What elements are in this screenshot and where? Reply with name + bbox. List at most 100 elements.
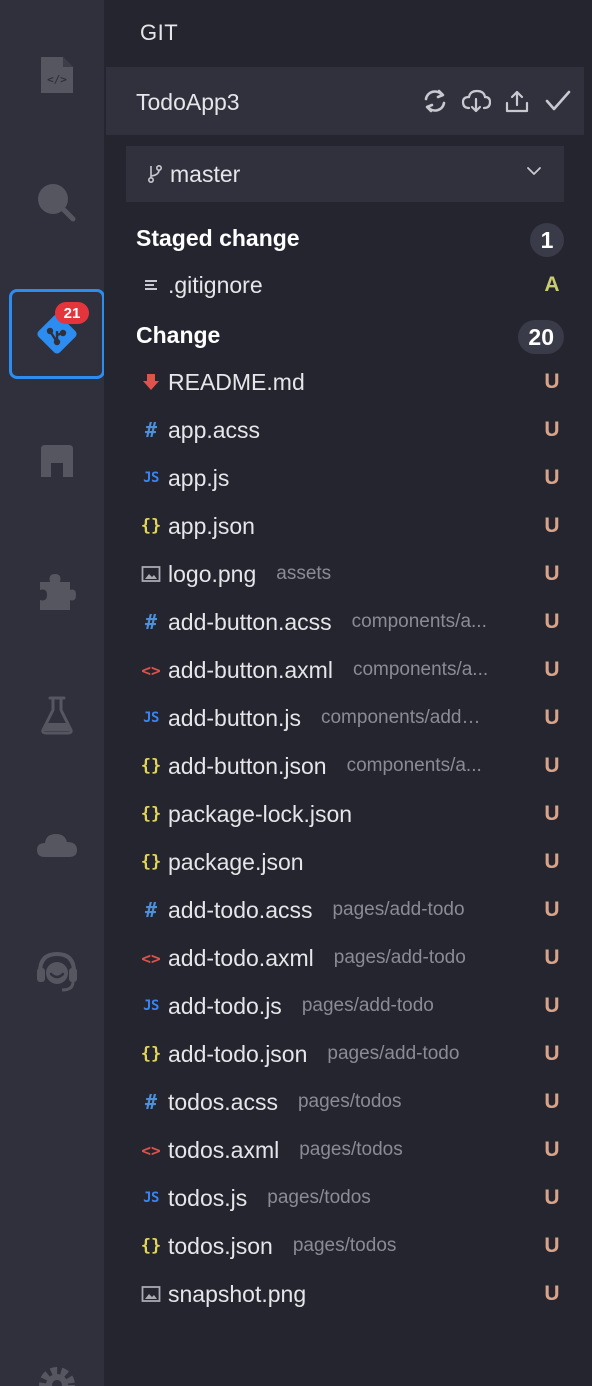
json-icon: {} <box>140 1044 162 1064</box>
file-name: add-button.js <box>168 704 301 731</box>
file-path: pages/todos <box>292 1235 397 1256</box>
file-name: todos.acss <box>168 1088 278 1115</box>
cloud-icon[interactable] <box>9 800 105 890</box>
file-name: todos.json <box>168 1232 273 1259</box>
repo-name: TodoApp3 <box>136 89 240 115</box>
css-icon: # <box>144 1090 158 1114</box>
file-status: U <box>544 946 560 969</box>
change-file-row[interactable]: # add-todo.acss pages/add-todo U <box>140 890 562 930</box>
file-name: package-lock.json <box>168 800 353 827</box>
js-icon: JS <box>143 710 159 726</box>
file-name: app.js <box>168 464 230 491</box>
settings-icon[interactable] <box>9 1340 105 1386</box>
file-name: add-button.axml <box>168 656 333 683</box>
test-icon[interactable] <box>9 670 105 760</box>
change-file-row[interactable]: # app.acss U <box>140 410 562 450</box>
change-file-row[interactable]: snapshot.png U <box>140 1274 562 1314</box>
file-path: pages/add-todo <box>327 1043 460 1064</box>
change-file-row[interactable]: {} package.json U <box>140 842 562 882</box>
json-icon: {} <box>140 756 162 776</box>
file-status: U <box>544 514 560 537</box>
change-file-row[interactable]: JS app.js U <box>140 458 562 498</box>
file-status: U <box>544 1282 560 1305</box>
explorer-icon[interactable]: </> <box>9 30 105 120</box>
pull-icon[interactable] <box>460 85 492 117</box>
change-file-row[interactable]: JS todos.js pages/todos U <box>140 1178 562 1218</box>
file-status: U <box>544 850 560 873</box>
staged-section-header[interactable]: Staged change 1 <box>136 223 564 257</box>
file-status: U <box>544 418 560 441</box>
file-name: add-button.json <box>168 752 327 779</box>
repo-header: TodoApp3 <box>106 67 584 135</box>
change-file-row[interactable]: <> add-todo.axml pages/add-todo U <box>140 938 562 978</box>
file-path: pages/add-todo <box>301 995 434 1016</box>
git-panel: GIT TodoApp3 master Staged change 1 .git… <box>104 0 592 1386</box>
change-file-row[interactable]: JS add-todo.js pages/add-todo U <box>140 986 562 1026</box>
file-status: U <box>544 1042 560 1065</box>
file-path: pages/todos <box>299 1139 403 1160</box>
change-file-row[interactable]: {} app.json U <box>140 506 562 546</box>
branch-name: master <box>170 161 241 187</box>
file-name: app.json <box>168 512 255 539</box>
file-status: U <box>544 1186 560 1209</box>
file-name: todos.js <box>168 1184 248 1211</box>
push-icon[interactable] <box>501 85 533 117</box>
file-name: snapshot.png <box>168 1280 307 1307</box>
change-file-row[interactable]: logo.png assets U <box>140 554 562 594</box>
css-icon: # <box>144 898 158 922</box>
change-file-row[interactable]: JS add-button.js components/add-... U <box>140 698 562 738</box>
file-name: package.json <box>168 848 304 875</box>
change-file-row[interactable]: {} add-todo.json pages/add-todo U <box>140 1034 562 1074</box>
repo-actions <box>419 85 574 117</box>
file-status: U <box>544 1138 560 1161</box>
changes-section-label: Change <box>136 322 221 348</box>
file-path: assets <box>276 563 332 584</box>
change-file-row[interactable]: README.md U <box>140 362 562 402</box>
xml-icon: <> <box>141 660 161 680</box>
git-app: </> 21 GIT TodoApp3 master Staged change… <box>0 0 592 1386</box>
change-file-row[interactable]: # add-button.acss components/a... U <box>140 602 562 642</box>
image-icon <box>140 1283 162 1305</box>
change-file-row[interactable]: <> todos.axml pages/todos U <box>140 1130 562 1170</box>
file-name: .gitignore <box>168 271 263 298</box>
change-file-row[interactable]: {} package-lock.json U <box>140 794 562 834</box>
file-status: U <box>544 994 560 1017</box>
changes-section-header[interactable]: Change 20 <box>136 320 564 354</box>
file-name: add-todo.axml <box>168 944 314 971</box>
branch-select[interactable]: master <box>126 146 564 202</box>
file-path: components/add-... <box>320 707 481 728</box>
changes-count: 20 <box>518 320 564 354</box>
file-name: todos.axml <box>168 1136 280 1163</box>
staged-section-label: Staged change <box>136 225 300 251</box>
text-file-icon <box>140 274 162 296</box>
chevron-down-icon <box>527 167 541 175</box>
file-status: U <box>544 802 560 825</box>
file-path: pages/todos <box>267 1187 371 1208</box>
js-icon: JS <box>143 470 159 486</box>
file-path: pages/add-todo <box>332 899 465 920</box>
file-status: U <box>544 562 560 585</box>
file-status: U <box>544 754 560 777</box>
change-file-row[interactable]: {} add-button.json components/a... U <box>140 746 562 786</box>
branch-icon <box>148 165 162 183</box>
css-icon: # <box>144 610 158 634</box>
activity-bar: </> 21 <box>0 0 105 1386</box>
support-icon[interactable] <box>9 926 105 1016</box>
git-icon[interactable]: 21 <box>9 289 105 379</box>
staged-file-row[interactable]: .gitignore A <box>140 265 562 305</box>
staged-count: 1 <box>530 223 564 257</box>
file-status: U <box>544 610 560 633</box>
change-file-row[interactable]: # todos.acss pages/todos U <box>140 1082 562 1122</box>
git-badge: 21 <box>55 302 89 324</box>
change-file-row[interactable]: <> add-button.axml components/a... U <box>140 650 562 690</box>
commit-icon[interactable] <box>542 85 574 117</box>
file-name: README.md <box>168 368 305 395</box>
refresh-icon[interactable] <box>419 85 451 117</box>
file-path: components/a... <box>351 611 487 632</box>
search-icon[interactable] <box>9 158 105 248</box>
change-file-row[interactable]: {} todos.json pages/todos U <box>140 1226 562 1266</box>
file-path: pages/todos <box>297 1091 402 1112</box>
components-icon[interactable] <box>9 416 105 506</box>
extensions-icon[interactable] <box>9 546 105 636</box>
file-status: U <box>544 1234 560 1257</box>
